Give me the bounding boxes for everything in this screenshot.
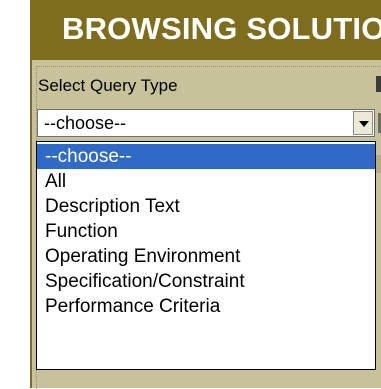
query-type-select[interactable]: --choose--: [37, 109, 375, 137]
adjacent-field-label-stub: [376, 76, 381, 92]
option-operating-environment[interactable]: Operating Environment: [37, 244, 375, 269]
panel-title: BROWSING SOLUTIO: [62, 11, 381, 46]
panel-header: BROWSING SOLUTIO: [32, 0, 381, 60]
adjacent-field-stub-lower: [376, 155, 381, 173]
option-description-text[interactable]: Description Text: [37, 194, 375, 219]
chevron-down-icon: [359, 121, 369, 127]
option-function[interactable]: Function: [37, 219, 375, 244]
page-left-margin: [0, 0, 30, 388]
option-specification-constraint[interactable]: Specification/Constraint: [37, 269, 375, 294]
option-choose[interactable]: --choose--: [37, 144, 375, 169]
option-all[interactable]: All: [37, 169, 375, 194]
option-performance-criteria[interactable]: Performance Criteria: [37, 294, 375, 319]
query-type-label: Select Query Type: [38, 76, 178, 95]
query-type-select-value: --choose--: [44, 113, 127, 133]
dropdown-toggle-button[interactable]: [353, 111, 373, 135]
query-type-dropdown-list: --choose-- All Description Text Function…: [36, 141, 376, 370]
